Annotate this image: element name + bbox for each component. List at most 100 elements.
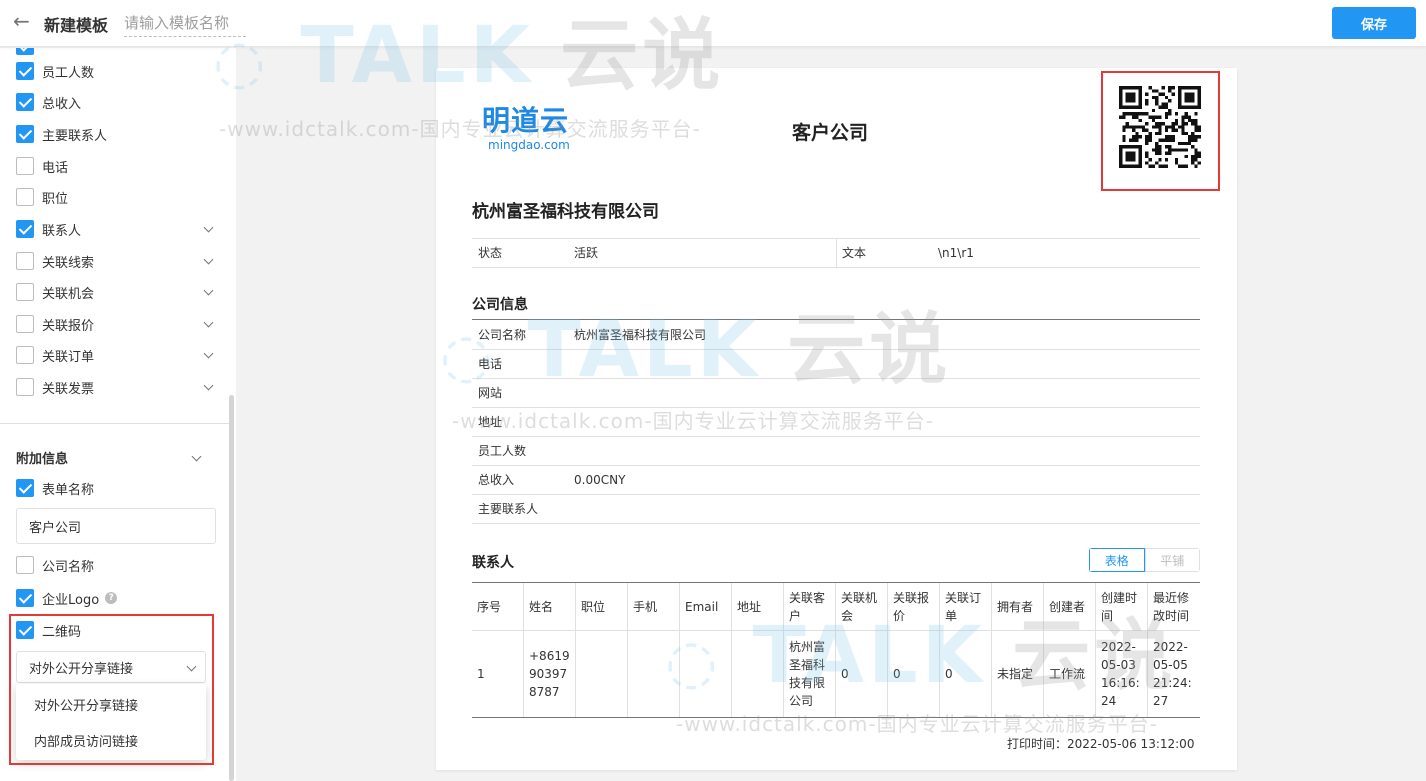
field-checkbox-row[interactable]: 关联订单 bbox=[16, 345, 216, 365]
checkbox-unchecked-icon[interactable] bbox=[16, 346, 34, 364]
table-cell: +8619903978787 bbox=[524, 631, 576, 717]
qrcode-label: 二维码 bbox=[42, 624, 82, 640]
table-header-cell: 拥有者 bbox=[992, 583, 1044, 630]
table-view-button[interactable]: 表格 bbox=[1089, 548, 1145, 572]
text-field-value: \n1\r1 bbox=[938, 246, 974, 260]
field-checkbox-row[interactable]: 关联发票 bbox=[16, 377, 216, 397]
qrcode-checkbox-row[interactable]: 二维码 bbox=[16, 620, 216, 640]
divider bbox=[836, 239, 837, 267]
info-row: 地址 bbox=[472, 408, 1200, 437]
checkbox-unchecked-icon[interactable] bbox=[16, 378, 34, 396]
chevron-down-icon[interactable] bbox=[200, 284, 216, 300]
company-info-title: 公司信息 bbox=[472, 297, 528, 313]
chevron-down-icon[interactable] bbox=[200, 221, 216, 237]
info-row: 主要联系人 bbox=[472, 495, 1200, 524]
status-row: 状态 活跃 文本 \n1\r1 bbox=[472, 238, 1200, 268]
template-name-input[interactable] bbox=[124, 9, 246, 37]
dropdown-option-public[interactable]: 对外公开分享链接 bbox=[16, 686, 206, 722]
info-label: 电话 bbox=[478, 357, 503, 371]
flat-view-button[interactable]: 平铺 bbox=[1144, 548, 1200, 572]
checkbox-unchecked-icon[interactable] bbox=[16, 556, 34, 574]
table-cell bbox=[680, 631, 732, 717]
back-arrow-icon[interactable]: ← bbox=[13, 10, 35, 32]
field-label: 关联订单 bbox=[42, 349, 95, 365]
checkbox-checked-icon[interactable] bbox=[16, 479, 34, 497]
help-icon[interactable]: ? bbox=[105, 592, 118, 604]
checkbox-checked-icon[interactable] bbox=[16, 220, 34, 238]
table-cell: 2022-05-05 21:24:27 bbox=[1153, 640, 1192, 708]
dropdown-option-internal[interactable]: 内部成员访问链接 bbox=[16, 722, 206, 758]
company-name-checkbox-row[interactable]: 公司名称 bbox=[16, 555, 216, 575]
contacts-table: 序号 姓名 职位 手机 Email 地址 关联客户 关联机会 关联报价 关联订单 拥有者 创建者 创建时… bbox=[472, 582, 1200, 718]
field-label: 联系人 bbox=[42, 223, 82, 239]
logo-label: 企业Logo bbox=[42, 592, 100, 608]
view-mode-toggle: 表格 平铺 bbox=[1089, 548, 1200, 572]
chevron-down-icon[interactable] bbox=[188, 450, 204, 466]
logo-checkbox-row[interactable]: 企业Logo ? bbox=[16, 588, 216, 608]
chevron-down-icon bbox=[183, 660, 199, 676]
table-row: 1 +8619903978787 杭州富圣福科技有限公司 0 0 0 未指定 工作流 2022-… bbox=[472, 631, 1200, 717]
info-label: 主要联系人 bbox=[478, 502, 539, 516]
checkbox-checked-icon[interactable] bbox=[16, 93, 34, 111]
table-header-cell: 关联机会 bbox=[836, 583, 888, 630]
field-checkbox-row[interactable] bbox=[16, 48, 216, 56]
info-row: 总收入 0.00CNY bbox=[472, 466, 1200, 495]
logo-subtext: mingdao.com bbox=[488, 138, 570, 152]
table-header-cell: 序号 bbox=[472, 583, 524, 630]
field-checkbox-row[interactable]: 关联报价 bbox=[16, 314, 216, 334]
field-label: 关联发票 bbox=[42, 381, 95, 397]
field-label: 职位 bbox=[42, 191, 69, 207]
field-label: 电话 bbox=[42, 160, 69, 176]
field-checkbox-row[interactable]: 电话 bbox=[16, 156, 216, 176]
checkbox-unchecked-icon[interactable] bbox=[16, 252, 34, 270]
field-label: 总收入 bbox=[42, 96, 82, 112]
info-row: 员工人数 bbox=[472, 437, 1200, 466]
field-checkbox-row[interactable]: 员工人数 bbox=[16, 61, 216, 81]
save-button[interactable]: 保存 bbox=[1332, 7, 1416, 39]
checkbox-unchecked-icon[interactable] bbox=[16, 157, 34, 175]
print-preview-page: 明道云 mingdao.com 客户公司 杭州富圣福科技有限公司 状态 活跃 文… bbox=[436, 68, 1237, 770]
form-name-checkbox-row[interactable]: 表单名称 bbox=[16, 478, 216, 498]
company-name-label: 公司名称 bbox=[42, 559, 95, 575]
table-header-cell: 关联订单 bbox=[940, 583, 992, 630]
qrcode-link-dropdown: 对外公开分享链接 内部成员访问链接 bbox=[16, 684, 206, 760]
field-checkbox-row[interactable]: 关联线索 bbox=[16, 251, 216, 271]
chevron-down-icon[interactable] bbox=[200, 379, 216, 395]
sidebar-scrollbar[interactable] bbox=[229, 395, 234, 781]
info-label: 网站 bbox=[478, 386, 503, 400]
status-label: 状态 bbox=[478, 246, 503, 260]
table-cell: 工作流 bbox=[1044, 631, 1096, 717]
checkbox-checked-icon[interactable] bbox=[16, 621, 34, 639]
company-logo: 明道云 mingdao.com bbox=[482, 104, 592, 154]
qrcode-link-select[interactable]: 对外公开分享链接 bbox=[16, 651, 206, 683]
checkbox-unchecked-icon[interactable] bbox=[16, 188, 34, 206]
field-checkbox-row[interactable]: 联系人 bbox=[16, 219, 216, 239]
chevron-down-icon[interactable] bbox=[200, 316, 216, 332]
table-header-cell: 姓名 bbox=[524, 583, 576, 630]
field-checkbox-row[interactable]: 职位 bbox=[16, 187, 216, 207]
divider bbox=[0, 423, 229, 424]
chevron-down-icon[interactable] bbox=[200, 253, 216, 269]
field-checkbox-row[interactable]: 总收入 bbox=[16, 92, 216, 112]
chevron-down-icon[interactable] bbox=[200, 347, 216, 363]
table-cell: 杭州富圣福科技有限公司 bbox=[784, 631, 836, 717]
field-checkbox-row[interactable]: 主要联系人 bbox=[16, 124, 216, 144]
extra-info-title: 附加信息 bbox=[16, 452, 69, 467]
checkbox-checked-icon[interactable] bbox=[16, 125, 34, 143]
table-cell: 0 bbox=[940, 631, 992, 717]
page-title: 新建模板 bbox=[44, 16, 109, 35]
checkbox-unchecked-icon[interactable] bbox=[16, 315, 34, 333]
checkbox-checked-icon[interactable] bbox=[16, 48, 34, 55]
table-header-cell: 地址 bbox=[732, 583, 784, 630]
checkbox-unchecked-icon[interactable] bbox=[16, 283, 34, 301]
info-row: 网站 bbox=[472, 379, 1200, 408]
checkbox-checked-icon[interactable] bbox=[16, 62, 34, 80]
form-name-field[interactable] bbox=[16, 508, 216, 544]
field-label: 员工人数 bbox=[42, 65, 95, 81]
checkbox-checked-icon[interactable] bbox=[16, 589, 34, 607]
qrcode-select-value: 对外公开分享链接 bbox=[29, 661, 134, 677]
logo-text: 明道云 bbox=[482, 104, 570, 137]
table-header-cell: 创建者 bbox=[1044, 583, 1096, 630]
field-settings-sidebar: 员工人数 总收入 主要联系人 电话 职位 联系人 关联线索 关联机会 关联报价 关联订单 关联发票 … bbox=[0, 48, 236, 781]
field-checkbox-row[interactable]: 关联机会 bbox=[16, 282, 216, 302]
